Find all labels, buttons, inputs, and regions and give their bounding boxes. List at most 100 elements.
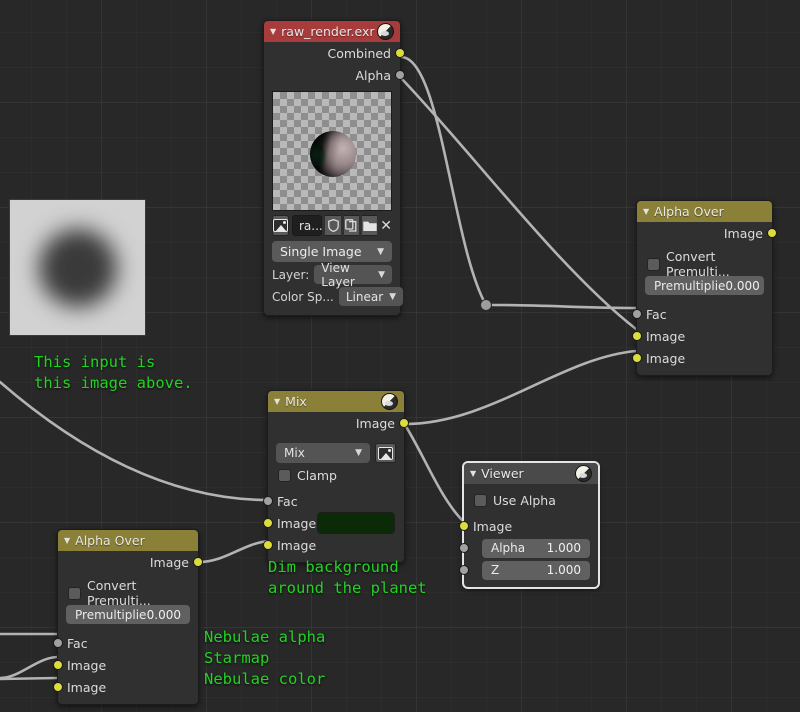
socket-image[interactable] xyxy=(459,521,469,531)
convert-premultiply-label: Convert Premulti... xyxy=(87,578,151,608)
premultiply-label: Premultiplie xyxy=(75,607,147,622)
input-socket-image-1[interactable]: Image xyxy=(632,325,772,347)
output-label-image: Image xyxy=(355,415,395,431)
reroute-node[interactable] xyxy=(480,299,492,311)
output-socket-image[interactable]: Image xyxy=(637,222,777,244)
chevron-down-icon[interactable]: ▼ xyxy=(643,207,649,216)
premultiply-slider[interactable]: Premultiplie 0.000 xyxy=(66,605,190,624)
chevron-down-icon: ▼ xyxy=(355,448,362,458)
chevron-down-icon[interactable]: ▼ xyxy=(274,397,280,406)
input-socket-image-2[interactable]: Image xyxy=(263,534,404,556)
fake-user-shield-icon[interactable] xyxy=(325,215,341,236)
annotation-legend: Nebulae alpha Starmap Nebulae color xyxy=(204,628,326,688)
input-socket-fac[interactable]: Fac xyxy=(632,303,772,325)
output-socket-alpha[interactable]: Alpha xyxy=(264,64,405,86)
socket-z[interactable] xyxy=(459,565,469,575)
input-socket-image-2[interactable]: Image xyxy=(53,676,198,698)
image-source-dropdown[interactable]: Single Image ▼ xyxy=(272,241,392,262)
socket-fac[interactable] xyxy=(53,638,63,648)
socket-combined[interactable] xyxy=(395,48,405,58)
node-body-image: Combined Alpha ra... ✕ Single Image ▼ La… xyxy=(264,42,405,315)
node-header-viewer[interactable]: ▼ Viewer xyxy=(464,463,598,484)
checkbox-icon[interactable] xyxy=(474,493,487,507)
node-mix[interactable]: ▼ Mix Image Mix ▼ Clamp Fac Image Image xyxy=(263,390,409,563)
image-name-field[interactable]: ra... xyxy=(292,215,323,236)
chevron-down-icon[interactable]: ▼ xyxy=(64,536,70,545)
unlink-x-icon[interactable]: ✕ xyxy=(380,215,392,236)
link-blur-to-mix-fac xyxy=(0,380,270,502)
socket-alpha[interactable] xyxy=(395,70,405,80)
input-socket-fac[interactable]: Fac xyxy=(263,490,404,512)
image-thumb-icon[interactable] xyxy=(375,443,396,463)
input-label-image-2: Image xyxy=(646,350,686,366)
input-label-fac: Fac xyxy=(646,306,667,322)
colorspace-dropdown[interactable]: Linear ▼ xyxy=(338,287,404,306)
new-datablock-copy-icon[interactable] xyxy=(343,215,359,236)
image-datablock-row[interactable]: ra... ✕ xyxy=(272,215,392,236)
node-header-mix[interactable]: ▼ Mix xyxy=(268,391,404,412)
input-socket-image-1[interactable]: Image xyxy=(263,512,404,534)
input-socket-image-1[interactable]: Image xyxy=(53,654,198,676)
color-swatch-image-1[interactable] xyxy=(317,512,395,534)
link-in-image1-left xyxy=(0,655,59,680)
alpha-value-widget[interactable]: Alpha 1.000 xyxy=(482,538,590,558)
checkbox-icon[interactable] xyxy=(68,586,81,600)
socket-alpha[interactable] xyxy=(459,543,469,553)
input-label-image-2: Image xyxy=(277,537,317,553)
colorspace-row[interactable]: Color Sp... Linear ▼ xyxy=(272,287,404,306)
premultiply-label: Premultiplie xyxy=(654,278,726,293)
clamp-checkbox-row[interactable]: Clamp xyxy=(278,466,394,484)
blend-mode-row[interactable]: Mix ▼ xyxy=(276,443,396,463)
node-header-alpha-over-right[interactable]: ▼ Alpha Over xyxy=(637,201,772,222)
premultiply-slider[interactable]: Premultiplie 0.000 xyxy=(645,276,764,295)
node-image-raw-render[interactable]: ▼ raw_render.exr Combined Alpha ra... ✕ … xyxy=(263,20,405,316)
chevron-down-icon: ▼ xyxy=(377,246,384,257)
blend-mode-dropdown[interactable]: Mix ▼ xyxy=(276,443,370,463)
socket-image-1[interactable] xyxy=(53,660,63,670)
output-socket-image[interactable]: Image xyxy=(58,551,203,573)
socket-image-2[interactable] xyxy=(53,682,63,692)
output-socket-image[interactable]: Image xyxy=(268,412,409,434)
input-label-image-1: Image xyxy=(67,657,107,673)
image-sphere-icon xyxy=(575,465,592,482)
layer-dropdown[interactable]: View Layer ▼ xyxy=(314,261,392,289)
node-header-image[interactable]: ▼ raw_render.exr xyxy=(264,21,400,42)
output-label-image: Image xyxy=(723,225,763,241)
socket-image-1[interactable] xyxy=(632,331,642,341)
socket-fac[interactable] xyxy=(263,496,273,506)
use-alpha-checkbox-row[interactable]: Use Alpha xyxy=(474,491,588,509)
socket-image-out[interactable] xyxy=(193,557,203,567)
output-socket-combined[interactable]: Combined xyxy=(264,42,405,64)
z-value-widget[interactable]: Z 1.000 xyxy=(482,560,590,580)
blurred-disc xyxy=(38,228,117,307)
node-alpha-over-right[interactable]: ▼ Alpha Over Image Convert Premulti... P… xyxy=(632,200,777,376)
node-body-alpha-over-right: Image Convert Premulti... Premultiplie 0… xyxy=(632,222,777,375)
input-socket-fac[interactable]: Fac xyxy=(53,632,198,654)
node-viewer[interactable]: ▼ Viewer Use Alpha Image Alpha 1.000 Z 1… xyxy=(459,462,599,588)
socket-fac[interactable] xyxy=(632,309,642,319)
convert-premultiply-checkbox-row[interactable]: Convert Premulti... xyxy=(647,249,762,279)
checkbox-icon[interactable] xyxy=(278,468,291,482)
node-header-alpha-over-left[interactable]: ▼ Alpha Over xyxy=(58,530,198,551)
socket-image-out[interactable] xyxy=(399,418,409,428)
node-editor-canvas[interactable]: ▼ raw_render.exr Combined Alpha ra... ✕ … xyxy=(0,0,800,712)
socket-image-1[interactable] xyxy=(263,518,273,528)
alpha-value: 1.000 xyxy=(546,541,581,555)
input-socket-z[interactable]: Z 1.000 xyxy=(459,559,598,581)
chevron-down-icon[interactable]: ▼ xyxy=(270,27,276,36)
input-socket-image[interactable]: Image xyxy=(459,515,598,537)
socket-image-out[interactable] xyxy=(767,228,777,238)
node-alpha-over-left[interactable]: ▼ Alpha Over Image Convert Premulti... P… xyxy=(53,529,203,705)
image-browse-icon[interactable] xyxy=(272,215,289,236)
open-folder-icon[interactable] xyxy=(362,215,378,236)
socket-image-2[interactable] xyxy=(632,353,642,363)
socket-image-2[interactable] xyxy=(263,540,273,550)
input-socket-image-2[interactable]: Image xyxy=(632,347,772,369)
layer-row[interactable]: Layer: View Layer ▼ xyxy=(272,261,392,289)
premultiply-value: 0.000 xyxy=(725,278,760,293)
planet-render xyxy=(310,131,356,177)
chevron-down-icon[interactable]: ▼ xyxy=(470,469,476,478)
input-socket-alpha[interactable]: Alpha 1.000 xyxy=(459,537,598,559)
convert-premultiply-checkbox-row[interactable]: Convert Premulti... xyxy=(68,578,188,608)
checkbox-icon[interactable] xyxy=(647,257,660,271)
